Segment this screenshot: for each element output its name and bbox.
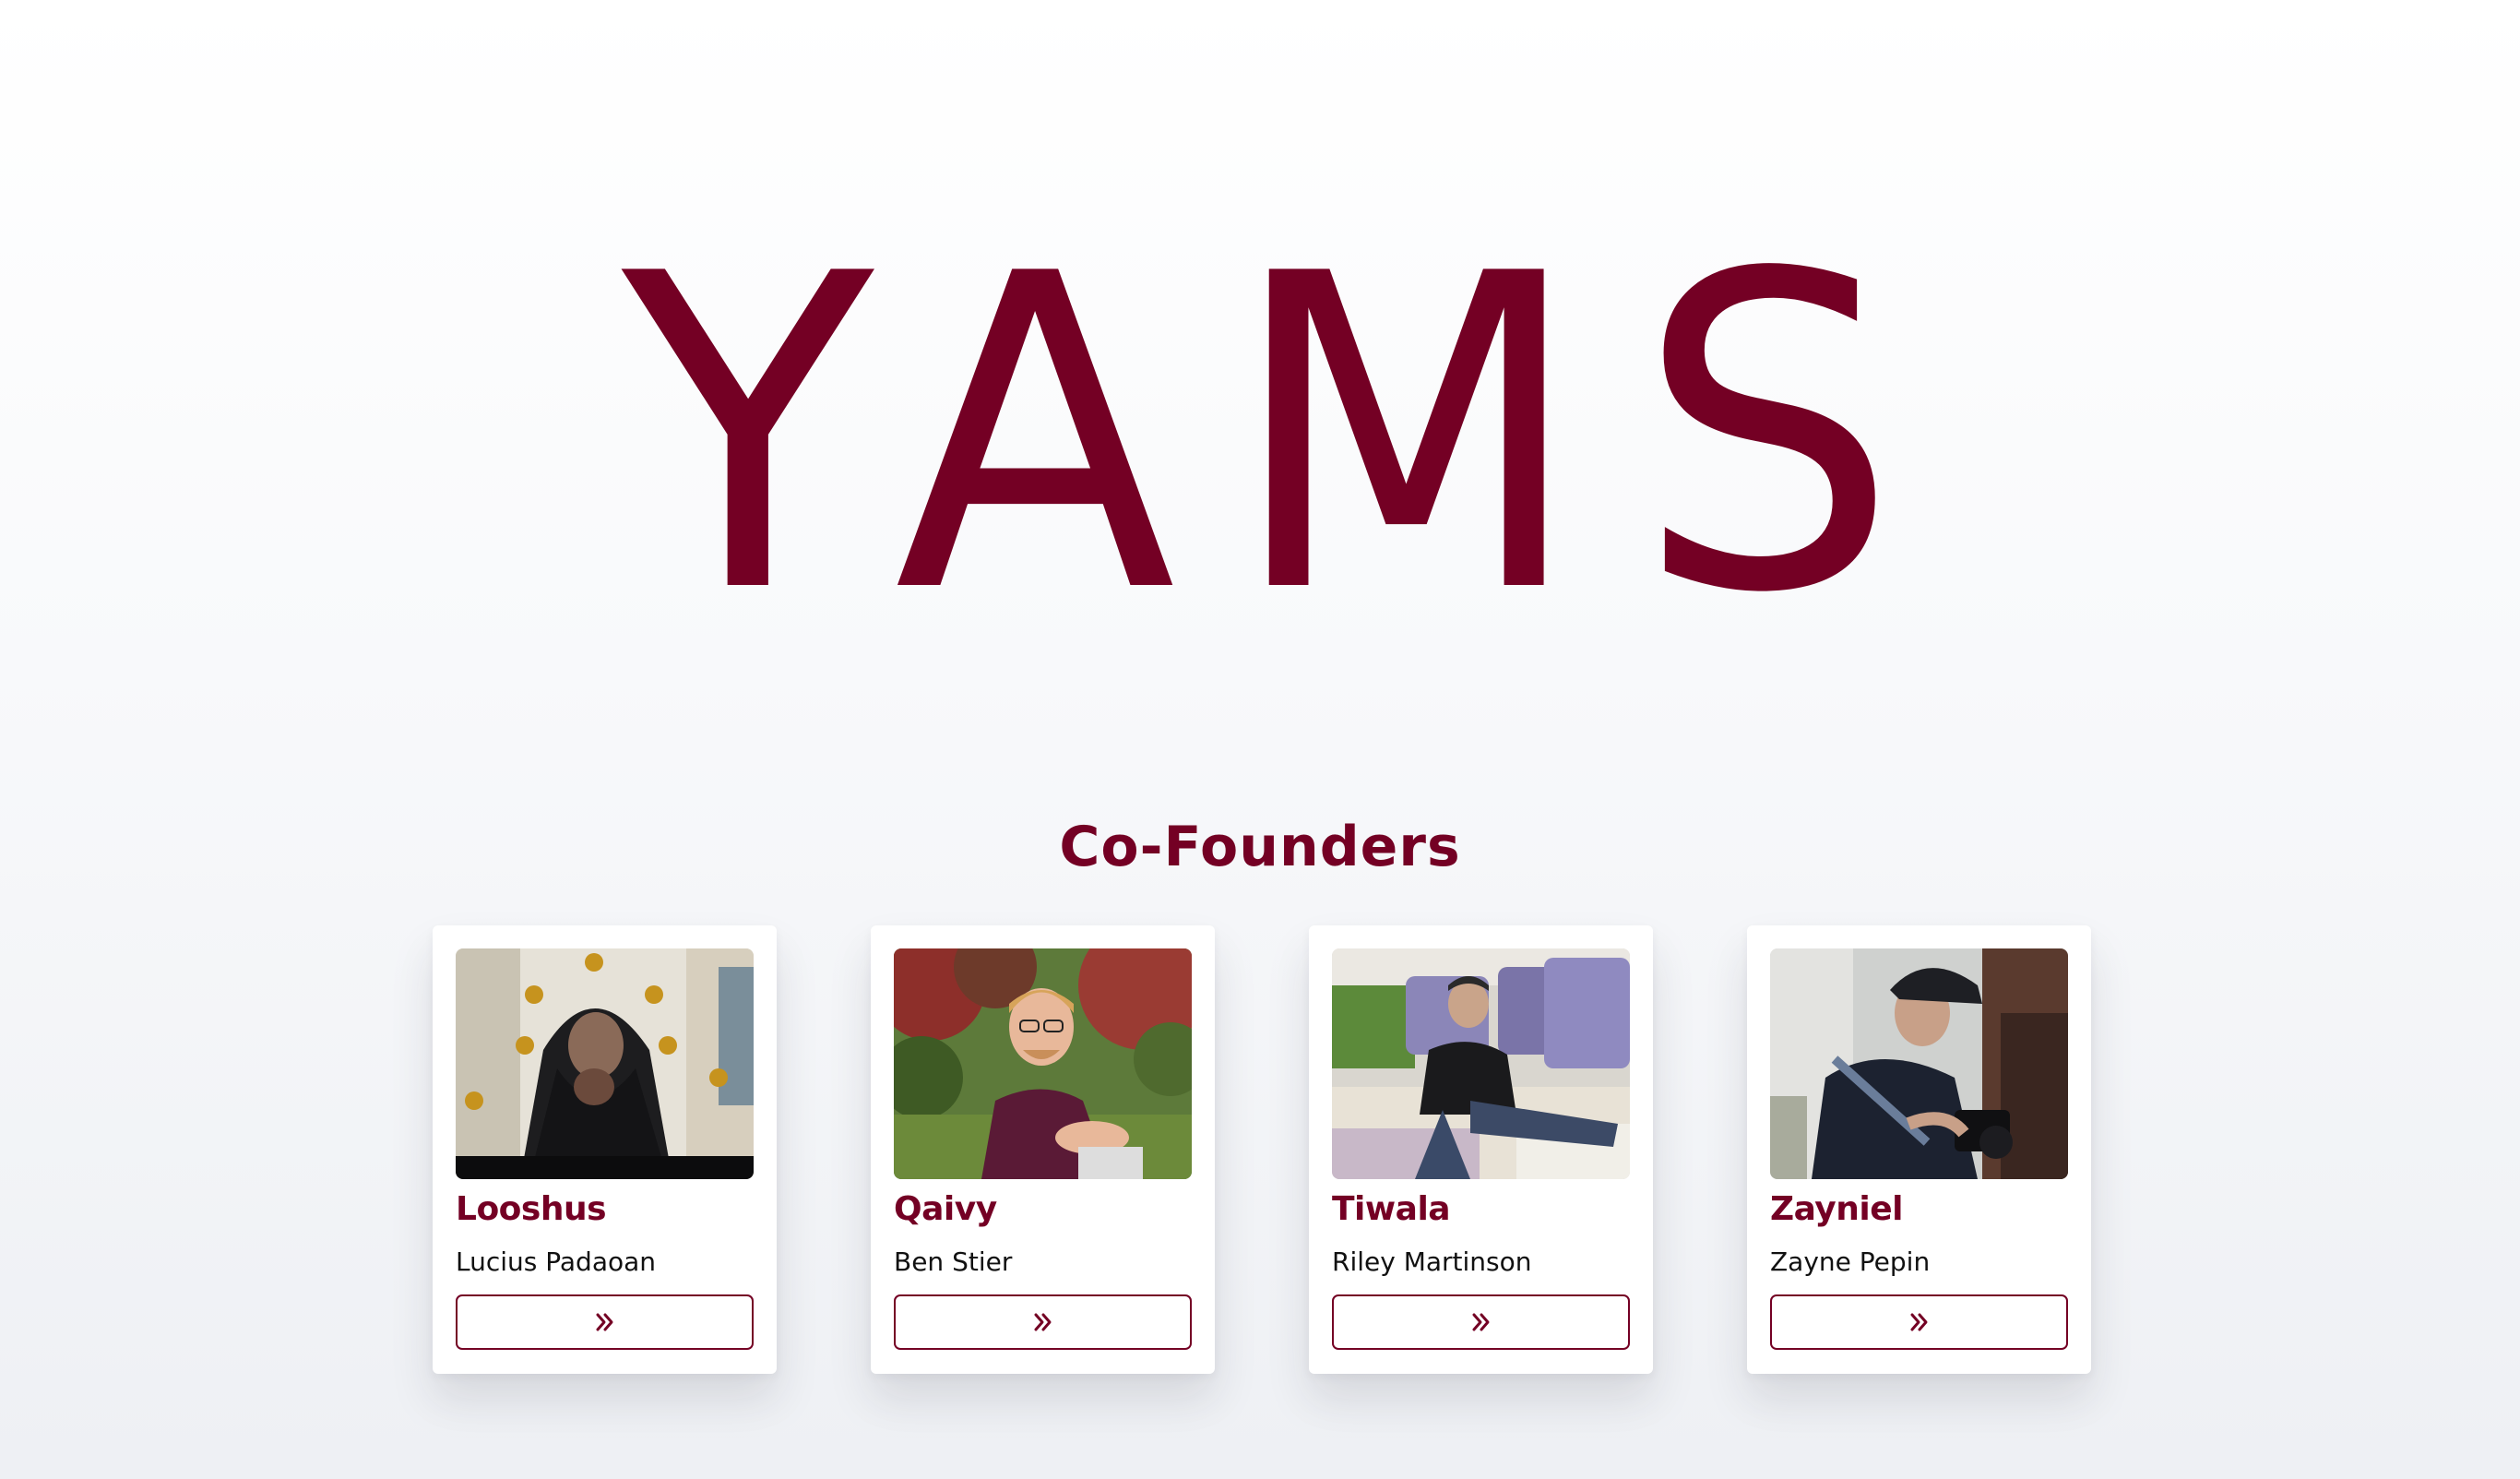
founder-photo-looshus xyxy=(456,948,754,1179)
founder-photo-qaivy xyxy=(894,948,1192,1179)
founder-card-qaivy: Qaivy Ben Stier xyxy=(871,925,1215,1374)
founder-name: Riley Martinson xyxy=(1332,1246,1532,1277)
double-chevron-right-icon xyxy=(1472,1313,1489,1331)
founder-name: Lucius Padaoan xyxy=(456,1246,657,1277)
founder-photo-zayniel xyxy=(1770,948,2068,1179)
founder-alias: Zayniel xyxy=(1770,1190,1903,1228)
double-chevron-right-icon xyxy=(1910,1313,1927,1331)
founder-alias: Tiwala xyxy=(1332,1190,1451,1228)
founder-more-button-looshus[interactable] xyxy=(456,1294,754,1350)
founder-more-button-tiwala[interactable] xyxy=(1332,1294,1630,1350)
double-chevron-right-icon xyxy=(1034,1313,1051,1331)
double-chevron-right-icon xyxy=(596,1313,612,1331)
founder-photo-tiwala xyxy=(1332,948,1630,1179)
founder-card-looshus: Looshus Lucius Padaoan xyxy=(433,925,777,1374)
founder-more-button-qaivy[interactable] xyxy=(894,1294,1192,1350)
brand-title: YAMS xyxy=(622,183,1951,687)
founder-alias: Looshus xyxy=(456,1190,607,1228)
founder-more-button-zayniel[interactable] xyxy=(1770,1294,2068,1350)
founder-card-tiwala: Tiwala Riley Martinson xyxy=(1309,925,1653,1374)
founders-card-list: Looshus Lucius Padaoan Qaivy Ben Stier T… xyxy=(433,925,2093,1374)
founder-card-zayniel: Zayniel Zayne Pepin xyxy=(1747,925,2091,1374)
founder-name: Ben Stier xyxy=(894,1246,1013,1277)
founder-name: Zayne Pepin xyxy=(1770,1246,1931,1277)
founder-alias: Qaivy xyxy=(894,1190,997,1228)
section-title: Co-Founders xyxy=(1059,815,1461,879)
